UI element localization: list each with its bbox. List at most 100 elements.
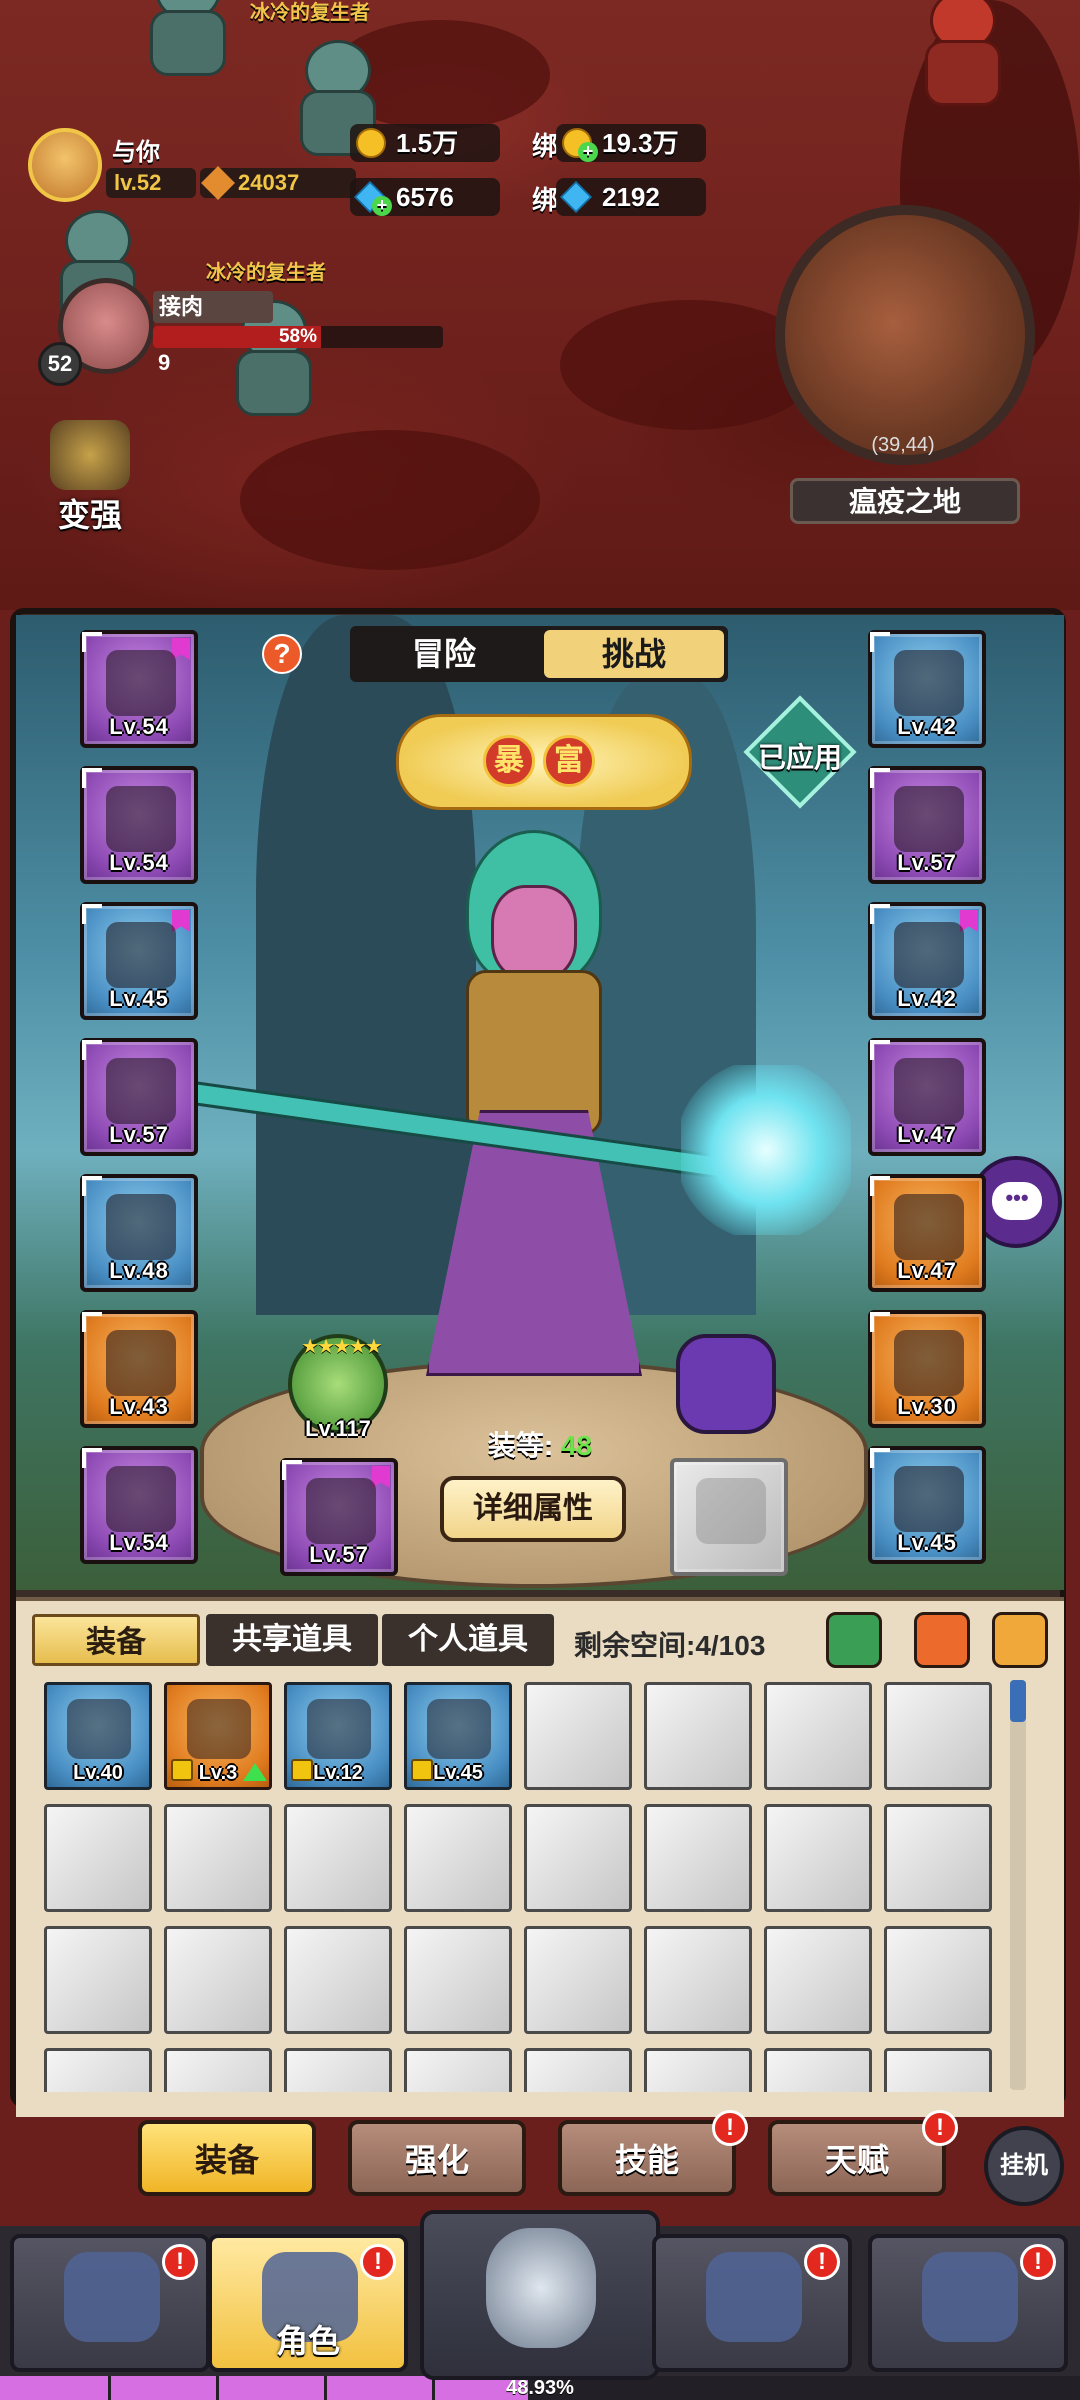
emblem-icon[interactable]	[676, 1334, 776, 1434]
notification-badge: !	[922, 2110, 958, 2146]
empty-inventory-cell[interactable]	[884, 1926, 992, 2034]
empty-inventory-cell[interactable]	[884, 1682, 992, 1790]
empty-inventory-cell[interactable]	[44, 1926, 152, 2034]
equip-slot-right-5[interactable]: Lv.47	[868, 1174, 986, 1292]
equip-slot-right-1[interactable]: Lv.42	[868, 630, 986, 748]
inventory-item[interactable]: Lv.45	[404, 1682, 512, 1790]
empty-inventory-cell[interactable]	[524, 1682, 632, 1790]
equip-slot-left-5[interactable]: Lv.48	[80, 1174, 198, 1292]
item-icon	[307, 1699, 371, 1759]
empty-inventory-cell[interactable]	[524, 1926, 632, 2034]
empty-inventory-cell[interactable]	[524, 1804, 632, 1912]
empty-inventory-cell[interactable]	[884, 2048, 992, 2092]
empty-inventory-cell[interactable]	[644, 1804, 752, 1912]
empty-inventory-cell[interactable]	[404, 1926, 512, 2034]
target-info[interactable]: 接肉 58%	[58, 278, 443, 388]
strengthen-button[interactable]: 变强	[42, 420, 138, 533]
bound-tag: 绑	[532, 185, 559, 215]
empty-inventory-cell[interactable]	[164, 1926, 272, 2034]
equip-slot-left-2[interactable]: Lv.54	[80, 766, 198, 884]
player-info[interactable]: 与你 lv.52 24037	[28, 128, 356, 208]
empty-inventory-cell[interactable]	[764, 1682, 872, 1790]
rich-char: 富	[543, 735, 595, 787]
equip-slot-left-6[interactable]: Lv.43	[80, 1310, 198, 1428]
armored-monster[interactable]	[905, 0, 1005, 110]
empty-inventory-cell[interactable]	[764, 1926, 872, 2034]
inventory-item[interactable]: Lv.40	[44, 1682, 152, 1790]
empty-inventory-cell[interactable]	[404, 1804, 512, 1912]
diamond-counter[interactable]: +6576	[350, 178, 500, 216]
auto-battle-button[interactable]: 挂机	[984, 2126, 1064, 2206]
empty-inventory-cell[interactable]	[284, 1926, 392, 2034]
empty-inventory-cell[interactable]	[884, 1804, 992, 1912]
empty-inventory-cell[interactable]	[764, 2048, 872, 2092]
bottom-tab-2[interactable]: 强化	[348, 2120, 526, 2196]
empty-inventory-cell[interactable]	[164, 1804, 272, 1912]
minimap[interactable]	[775, 205, 1035, 465]
rich-badge[interactable]: 暴 富	[396, 714, 692, 810]
empty-inventory-cell[interactable]	[644, 1926, 752, 2034]
empty-slot[interactable]	[670, 1458, 788, 1576]
slot-level: Lv.45	[109, 986, 169, 1011]
inventory-grid: Lv.40 Lv.3 Lv.12 Lv.45	[44, 1682, 1000, 2092]
slot-level: Lv.47	[897, 1258, 957, 1283]
undead-monster[interactable]	[130, 0, 240, 80]
plus-icon[interactable]: +	[372, 196, 392, 216]
equipment-icon	[894, 1058, 964, 1124]
gold-counter[interactable]: 1.5万	[350, 124, 500, 162]
tab-equipment[interactable]: 装备	[32, 1614, 200, 1666]
inventory-item[interactable]: Lv.12	[284, 1682, 392, 1790]
tab-challenge[interactable]: 挑战	[544, 630, 724, 678]
equipment-icon	[894, 922, 964, 988]
space-value: 4/103	[695, 1630, 766, 1661]
recycle-icon[interactable]	[826, 1612, 882, 1668]
equip-slot-right-3[interactable]: Lv.42	[868, 902, 986, 1020]
equip-slot-right-2[interactable]: Lv.57	[868, 766, 986, 884]
empty-inventory-cell[interactable]	[404, 2048, 512, 2092]
scrollbar-track[interactable]	[1010, 1680, 1026, 2090]
empty-inventory-cell[interactable]	[644, 1682, 752, 1790]
tree-foliage	[240, 430, 540, 570]
world-view[interactable]: 冰冷的复生者 冰冷的复生者 与你 lv.52 24037 1.5万 绑 +19.…	[0, 0, 1080, 610]
inventory-item[interactable]: Lv.3	[164, 1682, 272, 1790]
empty-inventory-cell[interactable]	[524, 2048, 632, 2092]
bound-diamond-counter[interactable]: 2192	[556, 178, 706, 216]
help-icon[interactable]: ?	[262, 634, 302, 674]
empty-inventory-cell[interactable]	[644, 2048, 752, 2092]
scrollbar-thumb[interactable]	[1010, 1680, 1026, 1722]
equip-slot-left-3[interactable]: Lv.45	[80, 902, 198, 1020]
equip-slot-right-7[interactable]: Lv.45	[868, 1446, 986, 1564]
player-avatar[interactable]	[28, 128, 102, 202]
empty-inventory-cell[interactable]	[284, 1804, 392, 1912]
upgrade-arrow-icon	[243, 1763, 267, 1781]
equip-slot-left-4[interactable]: Lv.57	[80, 1038, 198, 1156]
empty-inventory-cell[interactable]	[44, 2048, 152, 2092]
tab-personal-items[interactable]: 个人道具	[382, 1614, 554, 1666]
hero-character[interactable]	[396, 830, 676, 1390]
inventory-space: 剩余空间:4/103	[574, 1624, 765, 1664]
broom-icon[interactable]	[992, 1612, 1048, 1668]
bottom-tab-4[interactable]: 天赋	[768, 2120, 946, 2196]
zone-name[interactable]: 瘟疫之地	[790, 478, 1020, 524]
notification-badge: !	[360, 2244, 396, 2280]
bottom-tab-1[interactable]: 装备	[138, 2120, 316, 2196]
empty-inventory-cell[interactable]	[164, 2048, 272, 2092]
item-level: Lv.40	[73, 1762, 123, 1784]
nav-center-button[interactable]	[420, 2210, 660, 2380]
bound-gold-counter[interactable]: +19.3万	[556, 124, 706, 162]
plus-icon[interactable]: +	[578, 142, 598, 162]
empty-inventory-cell[interactable]	[764, 1804, 872, 1912]
equip-slot-left-7[interactable]: Lv.54	[80, 1446, 198, 1564]
empty-inventory-cell[interactable]	[284, 2048, 392, 2092]
weapon-slot[interactable]: Lv.57	[280, 1458, 398, 1576]
bottom-tab-3[interactable]: 技能	[558, 2120, 736, 2196]
tab-adventure[interactable]: 冒险	[354, 630, 534, 678]
tab-shared-items[interactable]: 共享道具	[206, 1614, 378, 1666]
applied-status[interactable]: 已应用	[740, 695, 860, 809]
warehouse-icon[interactable]	[914, 1612, 970, 1668]
empty-inventory-cell[interactable]	[44, 1804, 152, 1912]
detail-attributes-button[interactable]: 详细属性	[440, 1476, 626, 1542]
equip-slot-right-6[interactable]: Lv.30	[868, 1310, 986, 1428]
equip-slot-left-1[interactable]: Lv.54	[80, 630, 198, 748]
equip-slot-right-4[interactable]: Lv.47	[868, 1038, 986, 1156]
